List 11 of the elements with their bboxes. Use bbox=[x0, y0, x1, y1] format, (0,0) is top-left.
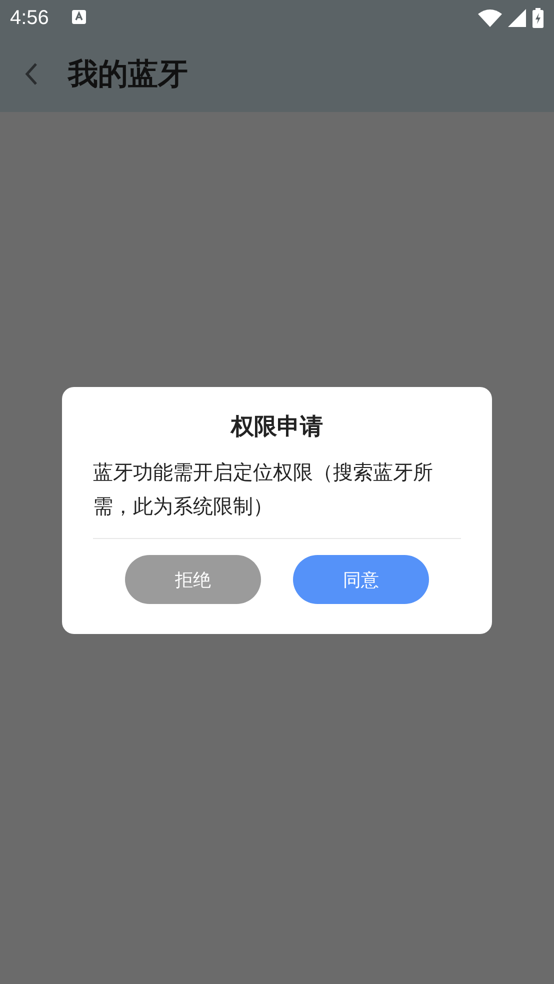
decline-button[interactable]: 拒绝 bbox=[125, 555, 261, 604]
wifi-icon bbox=[478, 9, 502, 27]
dialog-message: 蓝牙功能需开启定位权限（搜索蓝牙所需，此为系统限制） bbox=[93, 459, 434, 520]
status-time: 4:56 bbox=[10, 6, 49, 30]
battery-icon bbox=[532, 8, 544, 28]
accept-button[interactable]: 同意 bbox=[293, 555, 429, 604]
signal-icon bbox=[508, 9, 526, 27]
keyboard-notification-icon bbox=[70, 9, 87, 25]
back-icon[interactable] bbox=[24, 62, 38, 86]
dialog-title: 权限申请 bbox=[229, 413, 324, 442]
page-title: 我的蓝牙 bbox=[68, 56, 188, 94]
